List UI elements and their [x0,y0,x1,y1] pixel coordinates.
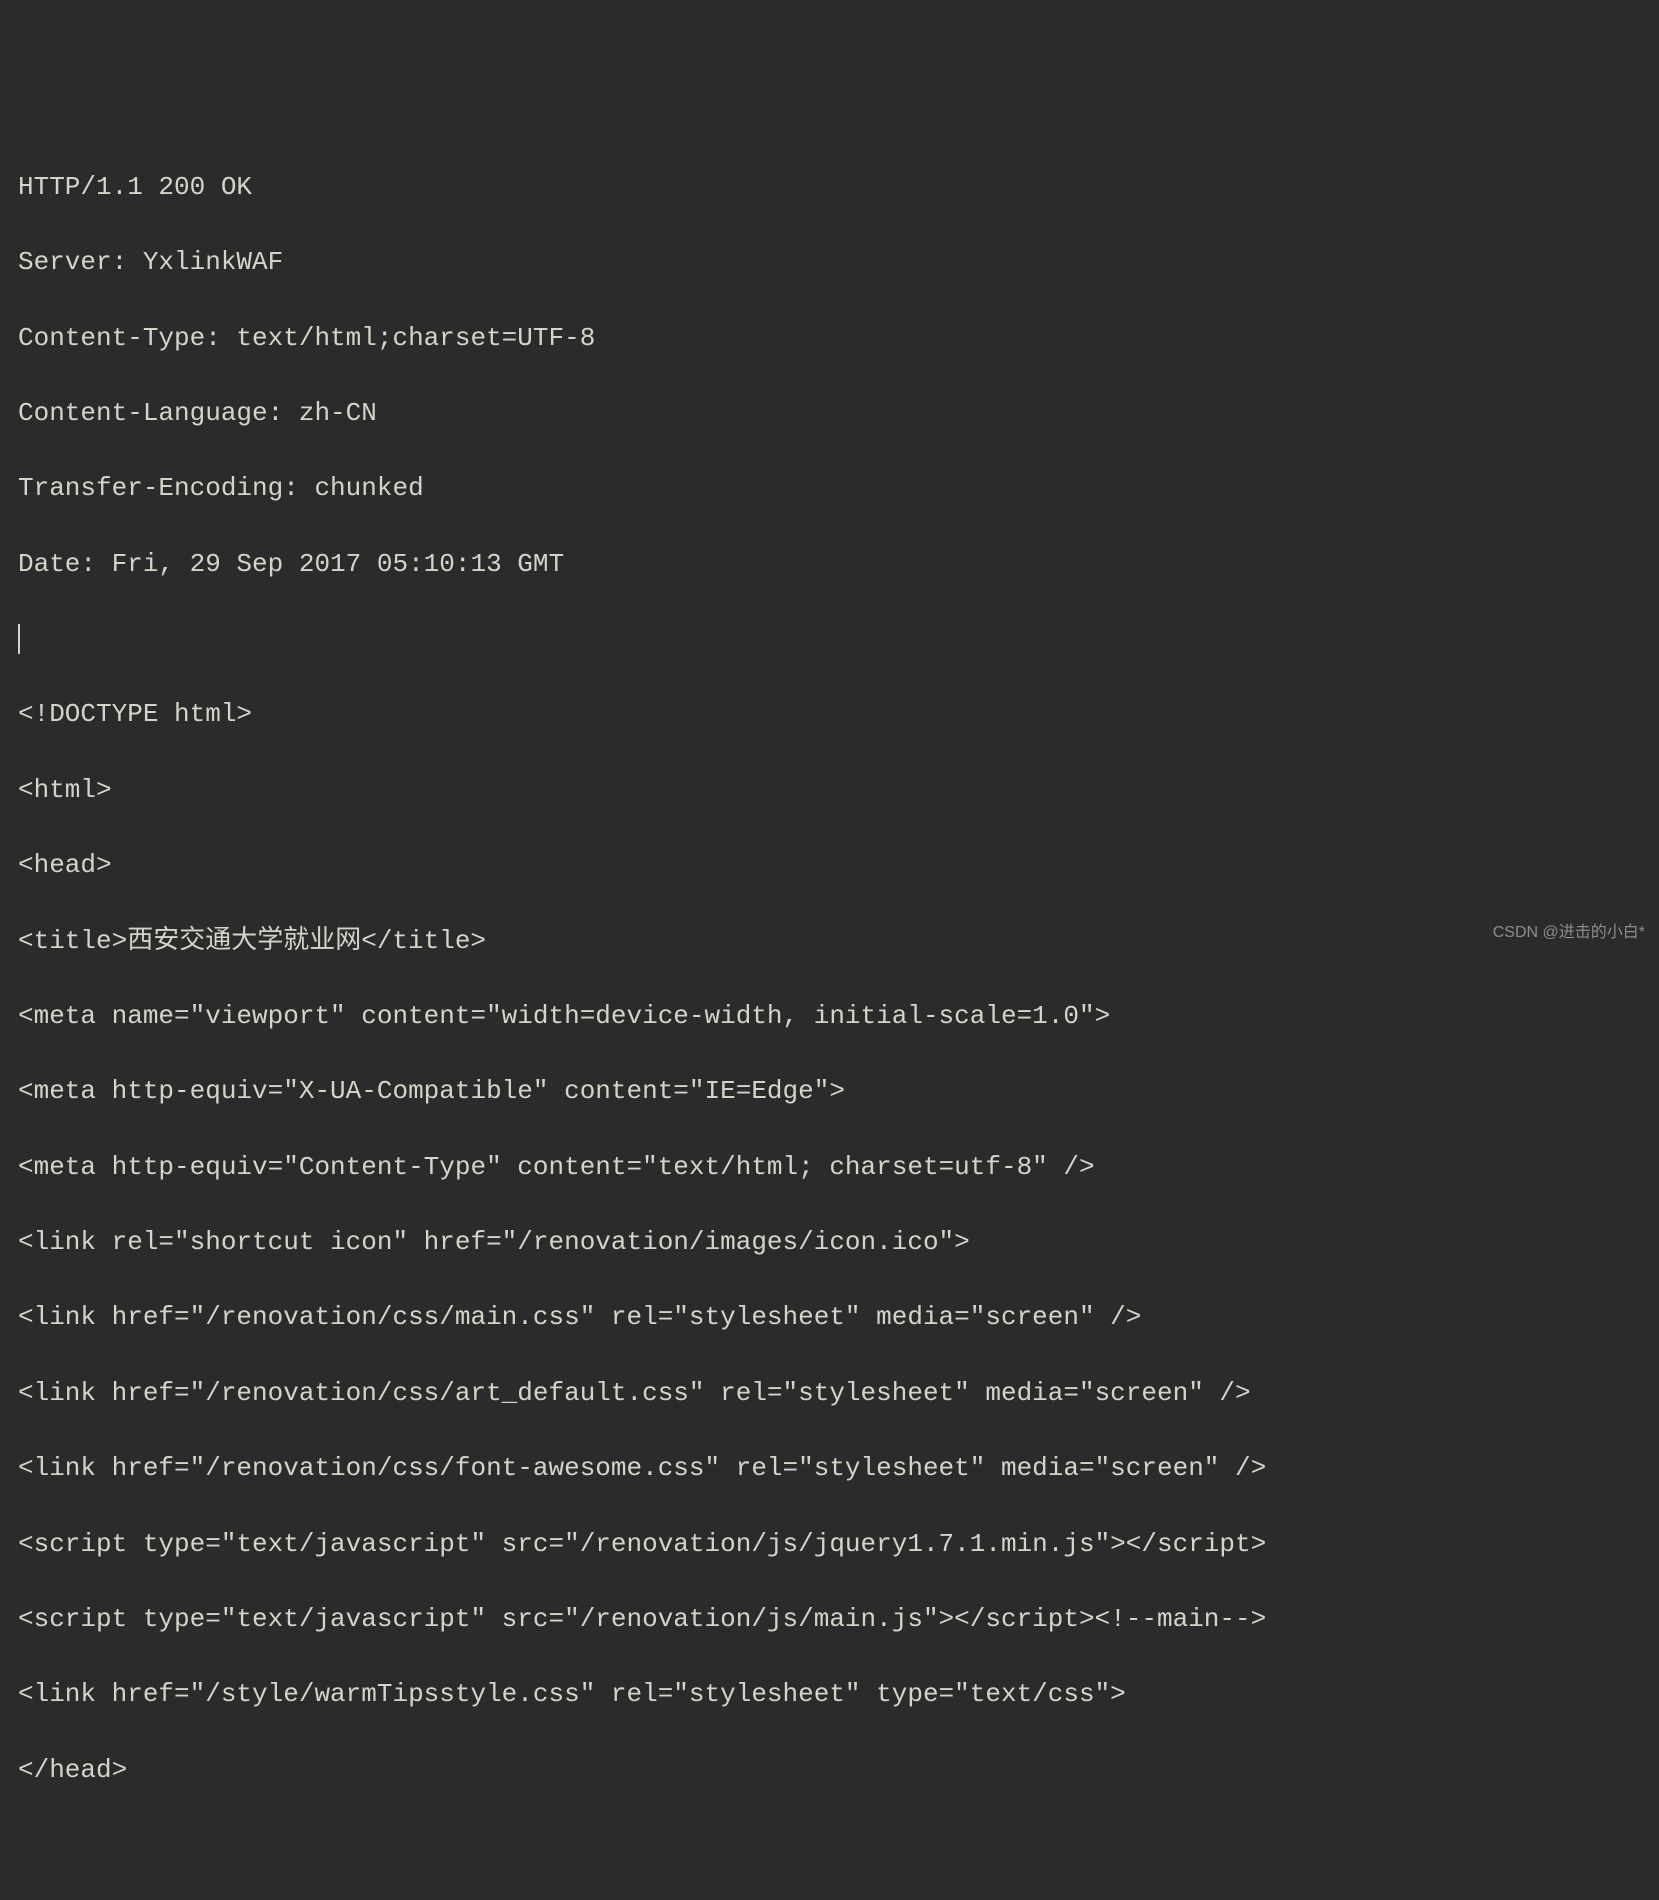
meta-viewport: <meta name="viewport" content="width=dev… [18,998,1659,1036]
title-tag: <title>西安交通大学就业网</title> [18,923,1659,961]
header-server: Server: YxlinkWAF [18,244,1659,282]
http-status-line: HTTP/1.1 200 OK [18,169,1659,207]
meta-content-type: <meta http-equiv="Content-Type" content=… [18,1149,1659,1187]
header-date: Date: Fri, 29 Sep 2017 05:10:13 GMT [18,546,1659,584]
cursor-line [18,621,1659,659]
link-shortcut-icon: <link rel="shortcut icon" href="/renovat… [18,1224,1659,1262]
head-open: <head> [18,847,1659,885]
html-doctype: <!DOCTYPE html> [18,696,1659,734]
link-font-awesome-css: <link href="/renovation/css/font-awesome… [18,1450,1659,1488]
link-art-default-css: <link href="/renovation/css/art_default.… [18,1375,1659,1413]
meta-xua: <meta http-equiv="X-UA-Compatible" conte… [18,1073,1659,1111]
link-warmtips-css: <link href="/style/warmTipsstyle.css" re… [18,1676,1659,1714]
script-jquery: <script type="text/javascript" src="/ren… [18,1526,1659,1564]
script-main: <script type="text/javascript" src="/ren… [18,1601,1659,1639]
link-main-css: <link href="/renovation/css/main.css" re… [18,1299,1659,1337]
text-cursor-icon [18,624,20,654]
csdn-watermark: CSDN @进击的小白* [1493,921,1645,944]
header-content-language: Content-Language: zh-CN [18,395,1659,433]
head-close: </head> [18,1752,1659,1790]
html-open: <html> [18,772,1659,810]
header-transfer-encoding: Transfer-Encoding: chunked [18,470,1659,508]
header-content-type: Content-Type: text/html;charset=UTF-8 [18,320,1659,358]
